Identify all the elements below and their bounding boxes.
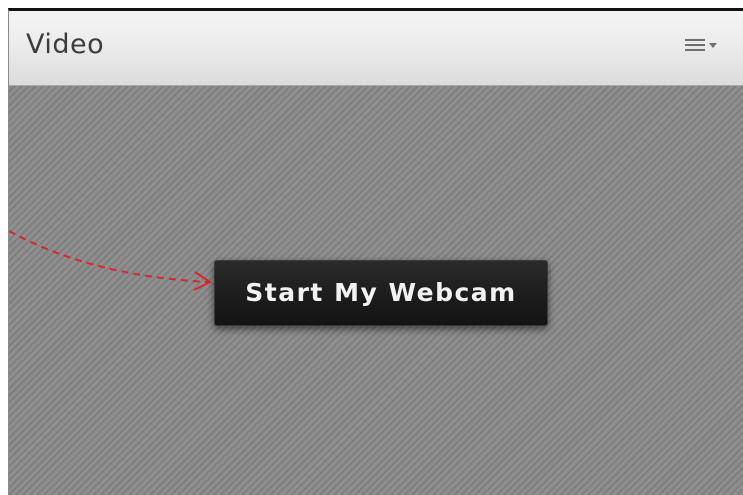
pod-header: Video <box>9 11 743 86</box>
pod-title: Video <box>26 29 105 60</box>
annotation-arrow <box>9 230 212 291</box>
video-pod: Video Start My Webcam <box>8 8 743 495</box>
menu-lines-icon <box>685 39 705 53</box>
start-my-webcam-button[interactable]: Start My Webcam <box>214 260 548 326</box>
video-area: Start My Webcam <box>9 86 743 495</box>
pod-options-menu-button[interactable] <box>685 36 723 60</box>
chevron-down-icon <box>709 43 717 48</box>
